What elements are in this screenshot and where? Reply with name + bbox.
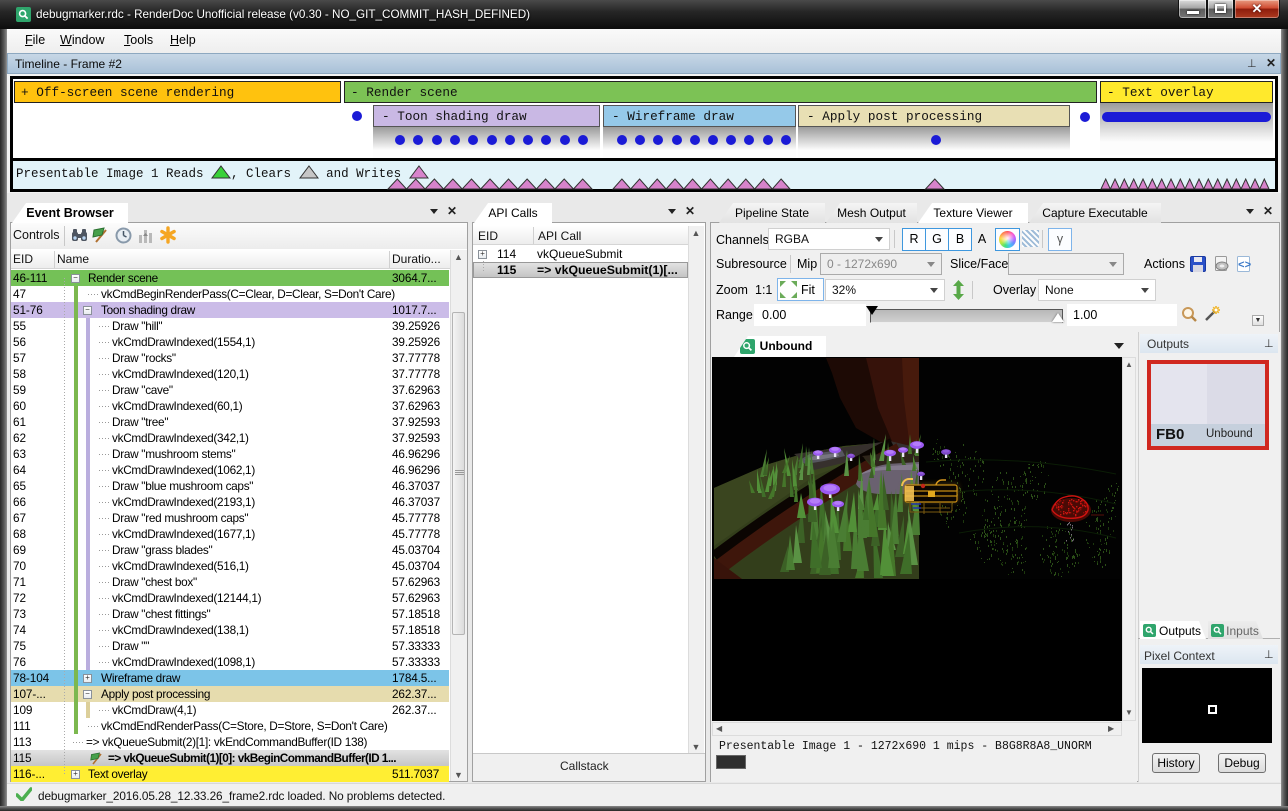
svg-text:<>: <> — [1238, 260, 1252, 272]
